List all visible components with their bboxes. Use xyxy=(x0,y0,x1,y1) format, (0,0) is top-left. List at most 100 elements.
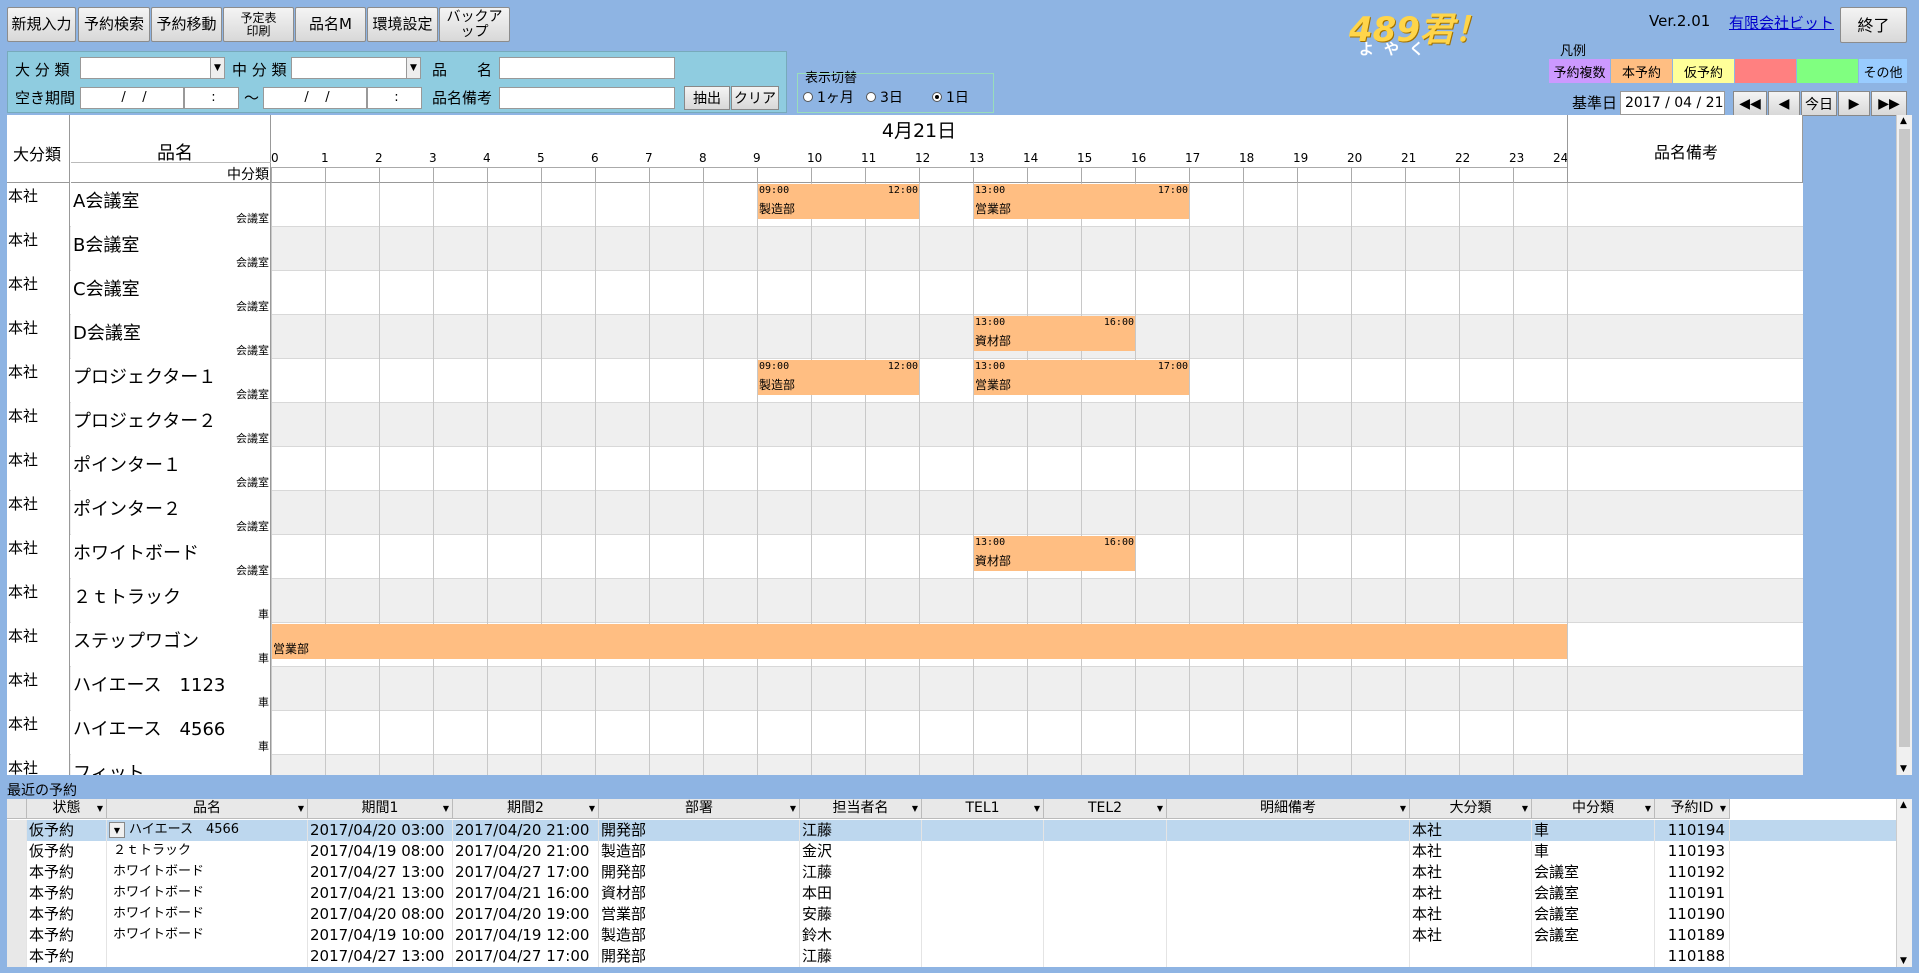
table-cell[interactable]: 会議室 xyxy=(1532,925,1655,946)
table-cell[interactable] xyxy=(1044,946,1167,967)
table-cell[interactable]: 資材部 xyxy=(599,883,800,904)
table-cell[interactable]: 江藤 xyxy=(800,862,922,883)
table-cell[interactable] xyxy=(107,946,308,967)
clear-button[interactable]: クリア xyxy=(731,86,779,110)
table-cell[interactable] xyxy=(1167,946,1410,967)
column-header[interactable]: 部署 ▼ xyxy=(599,799,800,819)
table-cell[interactable]: 本田 xyxy=(800,883,922,904)
table-cell[interactable] xyxy=(1044,904,1167,925)
table-cell[interactable]: ホワイトボード xyxy=(107,862,308,883)
scroll-up-icon[interactable]: ▲ xyxy=(1900,800,1907,810)
booking-bar[interactable]: 09:00 12:00 製造部 xyxy=(758,360,919,395)
table-cell[interactable]: 本予約 xyxy=(27,862,107,883)
backup-button[interactable]: バックアップ xyxy=(439,7,510,42)
item-note-input[interactable] xyxy=(499,87,675,109)
item-master-button[interactable]: 品名M xyxy=(295,7,366,42)
chevron-down-icon[interactable]: ▼ xyxy=(406,58,420,78)
new-entry-button[interactable]: 新規入力 xyxy=(7,7,76,42)
table-cell[interactable] xyxy=(1167,820,1410,841)
resource-row[interactable]: 本社 C会議室 会議室 xyxy=(7,271,1803,315)
table-cell[interactable]: 本社 xyxy=(1410,904,1532,925)
table-cell[interactable] xyxy=(1167,841,1410,862)
row-selector[interactable] xyxy=(7,925,27,946)
filter-dropdown-icon[interactable]: ▼ xyxy=(790,799,796,818)
filter-dropdown-icon[interactable]: ▼ xyxy=(1522,799,1528,818)
table-cell[interactable] xyxy=(1167,862,1410,883)
row-selector[interactable] xyxy=(7,862,27,883)
table-cell[interactable]: 2017/04/20 03:00 xyxy=(308,820,453,841)
table-cell[interactable] xyxy=(1044,925,1167,946)
company-link[interactable]: 有限会社ビット xyxy=(1729,12,1834,33)
table-cell[interactable] xyxy=(922,946,1044,967)
reservation-search-button[interactable]: 予約検索 xyxy=(78,7,150,42)
prev-prev-button[interactable]: ◀◀ xyxy=(1733,91,1767,116)
table-cell[interactable] xyxy=(922,904,1044,925)
column-header[interactable]: 状態 ▼ xyxy=(27,799,107,819)
radio-1month[interactable]: 1ヶ月 xyxy=(803,87,854,107)
filter-dropdown-icon[interactable]: ▼ xyxy=(443,799,449,818)
table-cell[interactable]: ハイエース 4566 xyxy=(107,820,308,841)
filter-dropdown-icon[interactable]: ▼ xyxy=(298,799,304,818)
table-row[interactable]: 仮予約 ハイエース 4566 2017/04/20 03:00 2017/04/20 … xyxy=(7,820,1896,841)
period-to-time[interactable]: : xyxy=(367,87,422,109)
filter-dropdown-icon[interactable]: ▼ xyxy=(1157,799,1163,818)
table-cell[interactable]: 製造部 xyxy=(599,925,800,946)
table-cell[interactable]: 本社 xyxy=(1410,841,1532,862)
table-cell[interactable]: 110193 xyxy=(1655,841,1730,862)
period-from-date[interactable]: / / xyxy=(80,87,184,109)
table-cell[interactable]: 本社 xyxy=(1410,883,1532,904)
table-row[interactable]: 本予約 2017/04/27 13:00 2017/04/27 17:00 開発部 江藤… xyxy=(7,946,1896,967)
table-cell[interactable]: 本予約 xyxy=(27,904,107,925)
grid-scrollbar[interactable]: ▲ ▼ xyxy=(1896,115,1912,775)
table-row[interactable]: 本予約 ホワイトボード 2017/04/27 13:00 2017/04/27 17:… xyxy=(7,862,1896,883)
resource-row[interactable]: 本社 ハイエース 4566 車 xyxy=(7,711,1803,755)
table-cell[interactable] xyxy=(1044,841,1167,862)
filter-dropdown-icon[interactable]: ▼ xyxy=(1034,799,1040,818)
table-cell[interactable] xyxy=(922,883,1044,904)
column-header[interactable]: 担当者名 ▼ xyxy=(800,799,922,819)
table-cell[interactable]: 2017/04/19 10:00 xyxy=(308,925,453,946)
table-cell[interactable]: 開発部 xyxy=(599,862,800,883)
filter-dropdown-icon[interactable]: ▼ xyxy=(1720,799,1726,818)
recent-scrollbar[interactable]: ▲ ▼ xyxy=(1896,799,1912,967)
table-cell[interactable]: ホワイトボード xyxy=(107,925,308,946)
scroll-thumb[interactable] xyxy=(1899,129,1910,747)
table-cell[interactable]: 2017/04/20 19:00 xyxy=(453,904,599,925)
resource-row[interactable]: 本社 D会議室 会議室 13:00 16:00 資材部 xyxy=(7,315,1803,359)
resource-row[interactable]: 本社 ホワイトボード 会議室 13:00 16:00 資材部 xyxy=(7,535,1803,579)
table-cell[interactable] xyxy=(1167,904,1410,925)
table-cell[interactable]: 2017/04/20 21:00 xyxy=(453,820,599,841)
table-cell[interactable]: 2017/04/19 08:00 xyxy=(308,841,453,862)
column-header[interactable]: 大分類 ▼ xyxy=(1410,799,1532,819)
base-date-input[interactable]: 2017 / 04 / 21 xyxy=(1620,91,1725,115)
table-cell[interactable]: 本予約 xyxy=(27,883,107,904)
table-cell[interactable] xyxy=(1044,820,1167,841)
table-cell[interactable]: 仮予約 xyxy=(27,820,107,841)
resource-row[interactable]: 本社 ステップワゴン車営業部 xyxy=(7,623,1803,667)
table-cell[interactable]: 会議室 xyxy=(1532,883,1655,904)
table-row[interactable]: 本予約 ホワイトボード 2017/04/20 08:00 2017/04/20 19:… xyxy=(7,904,1896,925)
resource-row[interactable]: 本社 プロジェクター２ 会議室 xyxy=(7,403,1803,447)
table-cell[interactable]: 2017/04/21 16:00 xyxy=(453,883,599,904)
booking-bar[interactable]: 13:00 17:00 営業部 xyxy=(974,360,1189,395)
table-cell[interactable]: 鈴木 xyxy=(800,925,922,946)
table-cell[interactable] xyxy=(1167,925,1410,946)
table-cell[interactable]: 車 xyxy=(1532,820,1655,841)
table-row[interactable]: 本予約 ホワイトボード 2017/04/21 13:00 2017/04/21 16:… xyxy=(7,883,1896,904)
table-cell[interactable]: 開発部 xyxy=(599,946,800,967)
row-selector[interactable] xyxy=(7,841,27,862)
scroll-down-icon[interactable]: ▼ xyxy=(1900,764,1907,774)
resource-row[interactable]: 本社 プロジェクター１ 会議室 09:00 12:00 製造部 13:00 17:00 営業部 xyxy=(7,359,1803,403)
filter-dropdown-icon[interactable]: ▼ xyxy=(1400,799,1406,818)
table-cell[interactable]: 本予約 xyxy=(27,946,107,967)
column-header[interactable]: TEL1 ▼ xyxy=(922,799,1044,819)
table-cell[interactable] xyxy=(922,862,1044,883)
booking-bar[interactable]: 13:00 16:00 資材部 xyxy=(974,536,1135,571)
table-cell[interactable]: 金沢 xyxy=(800,841,922,862)
next-button[interactable]: ▶ xyxy=(1838,91,1870,116)
booking-bar[interactable]: 13:00 16:00 資材部 xyxy=(974,316,1135,351)
resource-row[interactable]: 本社 ポインター１ 会議室 xyxy=(7,447,1803,491)
table-cell[interactable]: 本社 xyxy=(1410,820,1532,841)
table-cell[interactable]: 2017/04/21 13:00 xyxy=(308,883,453,904)
item-name-input[interactable] xyxy=(499,57,675,79)
